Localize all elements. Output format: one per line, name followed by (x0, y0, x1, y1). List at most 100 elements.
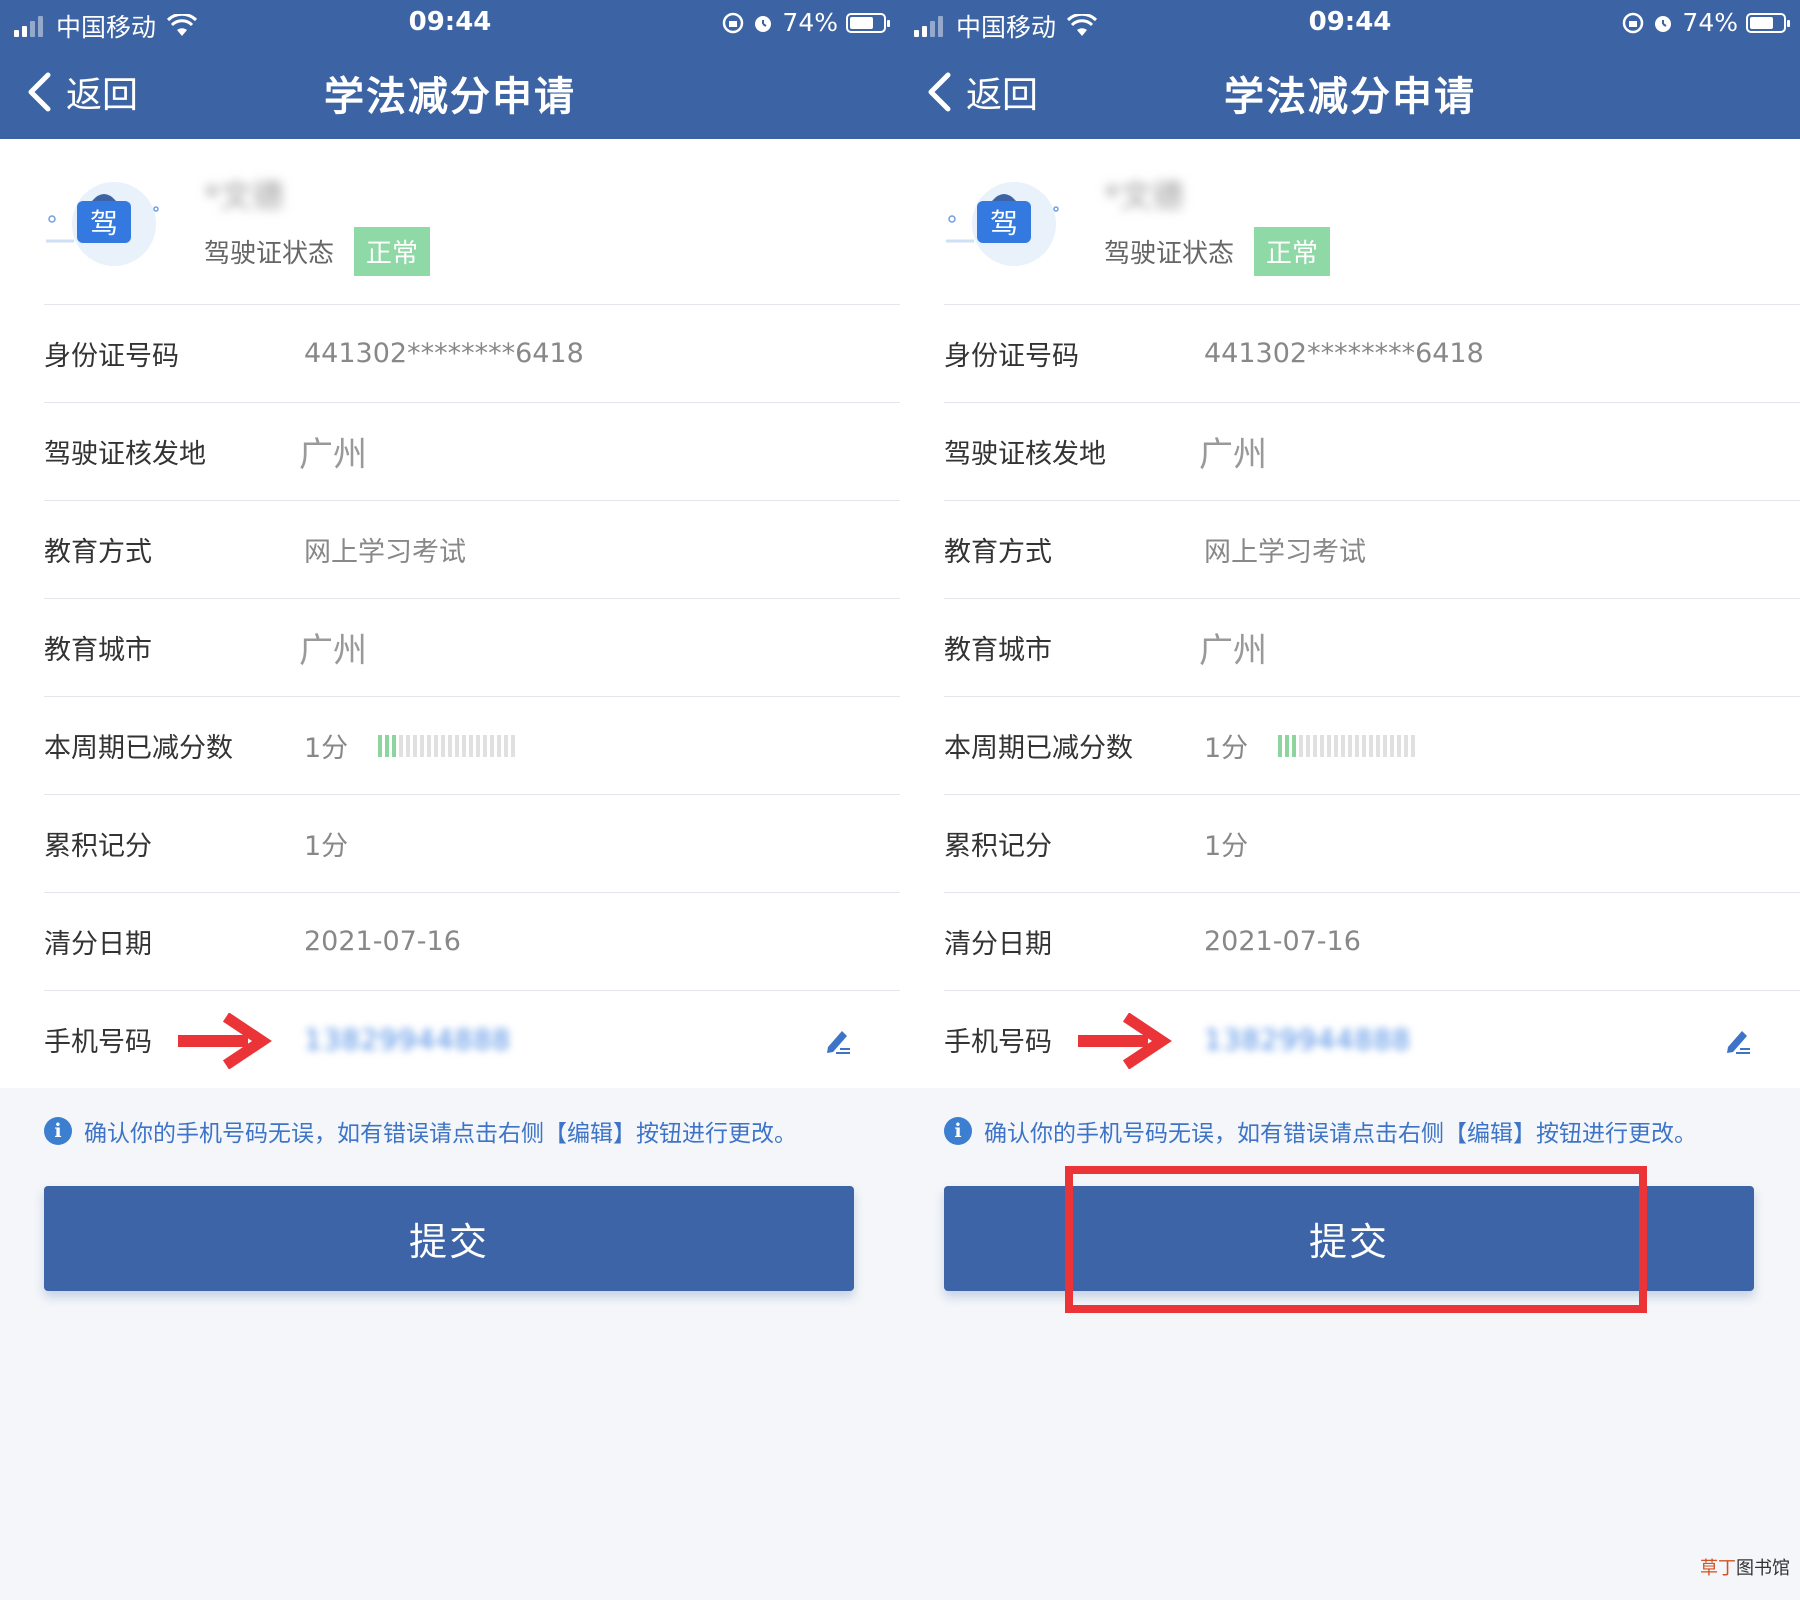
progress-segment (1383, 734, 1388, 757)
red-arrow-icon (1078, 1013, 1172, 1069)
progress-segment (497, 734, 502, 757)
notice-text: 确认你的手机号码无误，如有错误请点击右侧【编辑】按钮进行更改。 (84, 1121, 797, 1147)
progress-segment (1376, 734, 1381, 757)
row-value: 1分 (304, 831, 349, 862)
row-label: 教育方式 (944, 537, 1052, 568)
row-id-number: 身份证号码 441302********6418 (944, 305, 1800, 403)
row-value: 广州 (1199, 435, 1267, 475)
header: 中国移动 09:44 74% 返回 学法减分申请 (900, 0, 1800, 139)
phone-notice: i 确认你的手机号码无误，如有错误请点击右侧【编辑】按钮进行更改。 (900, 1096, 1800, 1166)
edit-icon[interactable] (822, 1025, 852, 1055)
row-issue-place: 驾驶证核发地 广州 (44, 403, 900, 501)
progress-segment (1285, 734, 1290, 757)
status-right: 74% (1622, 8, 1790, 37)
progress-segment (1369, 734, 1374, 757)
progress-segment (455, 734, 460, 757)
row-edu-city: 教育城市 广州 (944, 599, 1800, 697)
row-value: 2021-07-16 (1204, 926, 1361, 957)
progress-segment (504, 734, 509, 757)
deduction-progress-bar (1278, 734, 1418, 757)
row-label: 教育城市 (44, 635, 152, 666)
progress-segment (392, 734, 397, 757)
row-label: 累积记分 (944, 831, 1052, 862)
battery-icon (846, 12, 890, 33)
nav-bar: 返回 学法减分申请 (900, 44, 1800, 139)
progress-segment (413, 734, 418, 757)
submit-button[interactable]: 提交 (944, 1186, 1754, 1291)
progress-segment (1334, 734, 1339, 757)
row-label: 身份证号码 (944, 341, 1079, 372)
status-bar: 中国移动 09:44 74% (0, 0, 900, 44)
status-badge: 正常 (354, 227, 431, 276)
watermark-part-b: 图书馆 (1736, 1558, 1790, 1579)
row-value: 441302********6418 (304, 338, 584, 369)
progress-segment (1397, 734, 1402, 757)
info-card: 驾 *文德 驾驶证状态 正常 身份证号码 441302********6418 … (900, 139, 1800, 1088)
row-label: 本周期已减分数 (44, 733, 233, 764)
row-value: 广州 (299, 631, 367, 671)
license-icon-char: 驾 (990, 207, 1018, 240)
license-status: 驾驶证状态 正常 (1104, 227, 1331, 276)
row-value: 广州 (299, 435, 367, 475)
progress-segment (1299, 734, 1304, 757)
progress-segment (399, 734, 404, 757)
profile-section: 驾 *文德 驾驶证状态 正常 (944, 139, 1800, 305)
row-value: 1分 (1204, 733, 1249, 764)
row-edu-method: 教育方式 网上学习考试 (944, 501, 1800, 599)
status-bar: 中国移动 09:44 74% (900, 0, 1800, 44)
deduction-progress-bar (378, 734, 518, 757)
progress-segment (511, 734, 516, 757)
row-deducted: 本周期已减分数 1分 (44, 697, 900, 795)
progress-segment (1348, 734, 1353, 757)
progress-segment (1341, 734, 1346, 757)
row-value: 1分 (1204, 831, 1249, 862)
license-icon-char: 驾 (90, 207, 118, 240)
progress-segment (469, 734, 474, 757)
row-label: 清分日期 (44, 929, 152, 960)
progress-segment (1320, 734, 1325, 757)
progress-segment (385, 734, 390, 757)
progress-segment (1355, 734, 1360, 757)
watermark: 草丁图书馆 (1700, 1554, 1790, 1580)
info-icon: i (44, 1117, 72, 1145)
progress-segment (1411, 734, 1416, 757)
row-phone: 手机号码 13829944888 (944, 991, 1800, 1088)
red-arrow-icon (178, 1013, 272, 1069)
battery-percent: 74% (1682, 8, 1738, 37)
info-card: 驾 *文德 驾驶证状态 正常 身份证号码 441302********6418 … (0, 139, 900, 1088)
edit-icon[interactable] (1722, 1025, 1752, 1055)
row-label: 身份证号码 (44, 341, 179, 372)
license-status: 驾驶证状态 正常 (204, 227, 431, 276)
row-value: 2021-07-16 (304, 926, 461, 957)
row-deducted: 本周期已减分数 1分 (944, 697, 1800, 795)
row-clear-date: 清分日期 2021-07-16 (44, 893, 900, 991)
rotation-lock-icon (1623, 12, 1644, 33)
submit-button[interactable]: 提交 (44, 1186, 854, 1291)
row-edu-method: 教育方式 网上学习考试 (44, 501, 900, 599)
progress-segment (378, 734, 383, 757)
phone-screen-right: 中国移动 09:44 74% 返回 学法减分申请 驾 *文德 驾驶证状态 正常 … (900, 0, 1800, 1600)
row-value: 441302********6418 (1204, 338, 1484, 369)
row-cumulative: 累积记分 1分 (44, 795, 900, 893)
row-label: 驾驶证核发地 (944, 439, 1106, 470)
row-label: 教育方式 (44, 537, 152, 568)
progress-segment (1306, 734, 1311, 757)
progress-segment (1390, 734, 1395, 757)
battery-icon (1746, 12, 1790, 33)
alarm-icon (1655, 15, 1672, 32)
progress-segment (1404, 734, 1409, 757)
row-phone: 手机号码 13829944888 (44, 991, 900, 1088)
progress-segment (462, 734, 467, 757)
driver-name: *文德 (204, 177, 285, 215)
battery-percent: 74% (782, 8, 838, 37)
phone-number-value: 13829944888 (1204, 1023, 1411, 1056)
row-label: 清分日期 (944, 929, 1052, 960)
notice-text: 确认你的手机号码无误，如有错误请点击右侧【编辑】按钮进行更改。 (984, 1121, 1697, 1147)
status-label: 驾驶证状态 (1104, 239, 1235, 269)
row-edu-city: 教育城市 广州 (44, 599, 900, 697)
row-clear-date: 清分日期 2021-07-16 (944, 893, 1800, 991)
page-title: 学法减分申请 (324, 74, 576, 120)
progress-segment (1362, 734, 1367, 757)
phone-notice: i 确认你的手机号码无误，如有错误请点击右侧【编辑】按钮进行更改。 (0, 1096, 900, 1166)
watermark-part-a: 草丁 (1700, 1558, 1736, 1579)
